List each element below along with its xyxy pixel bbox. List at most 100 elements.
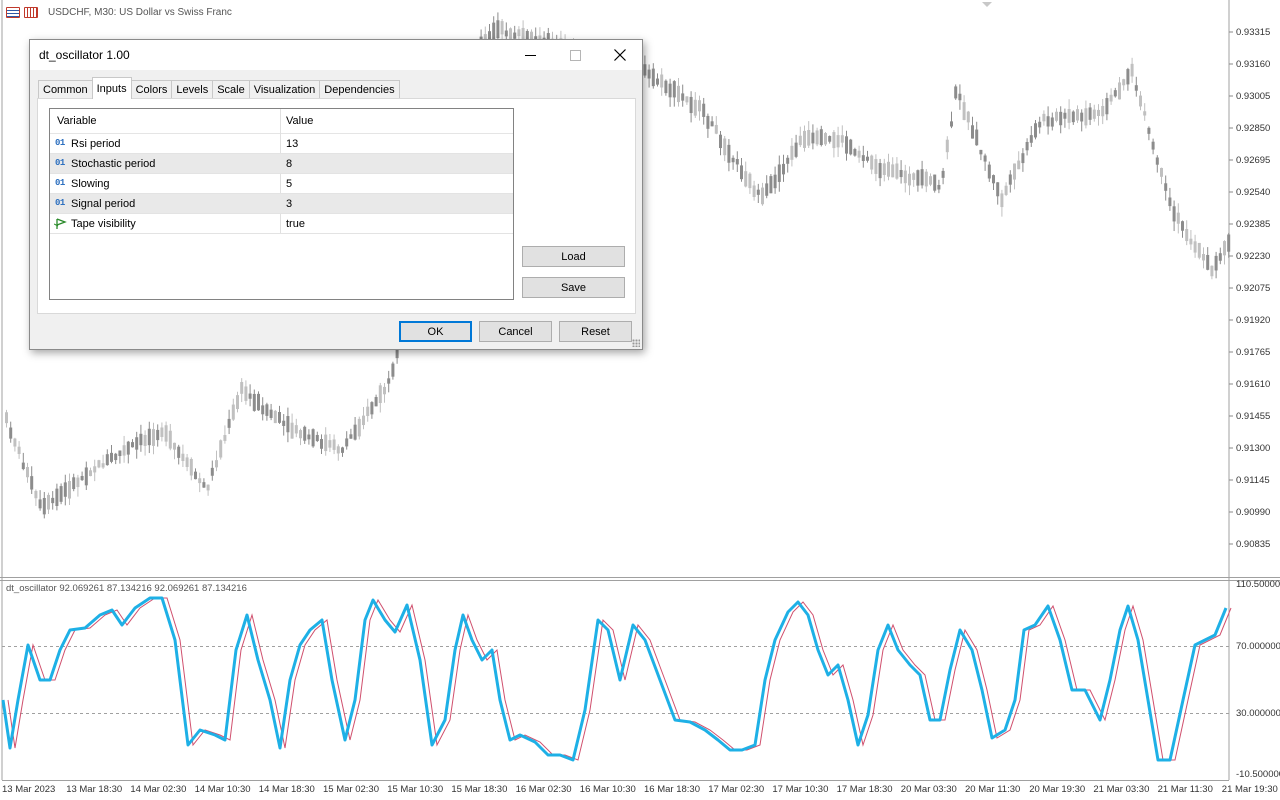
indicator-axis-label: 30.000000 [1236,708,1280,719]
tab-levels[interactable]: Levels [171,80,214,99]
indicator-axis-label: -10.500000 [1236,769,1280,780]
maximize-button[interactable] [552,40,598,70]
save-button[interactable]: Save [522,277,625,298]
candle [769,174,773,194]
candle [51,491,55,510]
candle [1088,103,1092,126]
header-variable[interactable]: Variable [57,115,97,127]
candle [286,407,290,443]
candle [1042,110,1046,126]
tab-inputs[interactable]: Inputs [91,77,132,99]
candle [660,68,664,96]
candle [735,151,739,173]
cancel-button[interactable]: Cancel [479,321,552,342]
indicator-properties-dialog: dt_oscillator 1.00 Common Inputs Colors … [29,39,643,350]
candle [899,160,903,184]
input-row-slowing[interactable]: 01 Slowing 5 [50,174,513,194]
candle [215,450,218,472]
candle [765,175,769,199]
input-row-signal-period[interactable]: 01 Signal period 3 [50,194,513,214]
candle [80,471,84,481]
candle [374,394,378,407]
candle [752,180,756,201]
candle [30,466,34,494]
candle [811,124,815,150]
header-value[interactable]: Value [286,115,313,127]
dialog-titlebar[interactable]: dt_oscillator 1.00 [30,40,642,70]
candle [706,113,710,138]
candle [324,427,328,456]
variable-value[interactable]: 8 [286,158,292,170]
time-axis-label: 15 Mar 02:30 [323,784,379,795]
candle [1214,251,1218,279]
load-button[interactable]: Load [522,246,625,267]
one-click-trading-icon[interactable] [6,7,20,18]
price-axis-label: 0.92695 [1236,155,1271,166]
candle [790,138,794,167]
input-row-tape-visibility[interactable]: Tape visibility true [50,214,513,234]
candle [651,63,655,89]
variable-value[interactable]: 5 [286,178,292,190]
candle [756,183,760,204]
input-row-stochastic-period[interactable]: 01 Stochastic period 8 [50,154,513,174]
candle [278,405,281,424]
candle [63,474,67,506]
candle [803,125,806,152]
variable-value[interactable]: 3 [286,198,292,210]
tab-scale[interactable]: Scale [212,80,250,99]
candle [815,127,819,147]
candle [937,179,941,194]
chart-bars-icon[interactable] [24,7,38,18]
tab-common[interactable]: Common [38,80,93,99]
candle [1063,108,1067,128]
tab-colors[interactable]: Colors [130,80,173,99]
candle [849,138,853,156]
candle [307,429,311,445]
tab-visualization[interactable]: Visualization [248,80,321,99]
reset-button[interactable]: Reset [559,321,632,342]
candle [336,444,340,461]
candle [89,467,92,477]
ok-button[interactable]: OK [399,321,472,342]
candle [689,91,693,123]
time-axis-label: 16 Mar 02:30 [515,784,572,795]
candle [173,442,176,460]
candle [878,158,882,187]
candle [664,79,668,96]
candle [202,478,206,488]
candle [101,454,105,469]
inputs-grid[interactable]: Variable Value 01 Rsi period 13 01 Stoch… [49,108,514,300]
candle [723,135,727,162]
candle [38,490,42,511]
candle [882,158,886,182]
scroll-marker-icon[interactable] [982,2,992,7]
candle [1017,151,1021,170]
candle [685,96,689,105]
time-axis-label: 21 Mar 11:30 [1157,784,1213,795]
close-button[interactable] [597,40,643,70]
candle [933,174,937,193]
candle [1080,109,1084,132]
candle [1218,247,1222,265]
minimize-button[interactable] [507,40,553,70]
candle [1101,99,1105,125]
candle [210,460,214,481]
variable-value[interactable]: true [286,218,305,230]
candle [1038,116,1042,134]
integer-type-icon: 01 [55,178,65,188]
candle [152,422,155,455]
candle [1046,106,1050,135]
candle [17,441,21,459]
candle [966,110,970,131]
candle [383,382,386,403]
candle [1223,240,1226,265]
tab-dependencies[interactable]: Dependencies [319,80,400,99]
time-axis-label: 21 Mar 03:30 [1093,784,1150,795]
candle [773,166,777,194]
input-row-rsi-period[interactable]: 01 Rsi period 13 [50,134,513,154]
candle [836,126,840,158]
candle [1176,203,1180,234]
resize-grip-icon[interactable] [632,339,640,347]
dialog-title: dt_oscillator 1.00 [39,48,130,62]
variable-value[interactable]: 13 [286,138,298,150]
